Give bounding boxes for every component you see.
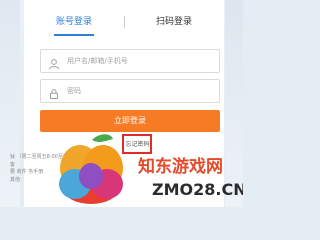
active-tab-indicator bbox=[54, 34, 94, 36]
username-input[interactable] bbox=[67, 50, 217, 72]
password-input[interactable] bbox=[67, 80, 217, 102]
tab-account-login[interactable]: 账号登录 bbox=[24, 14, 124, 44]
watermark-brand: 知东游戏网 bbox=[138, 157, 223, 177]
login-tabs: 账号登录 扫码登录 bbox=[24, 0, 224, 44]
user-icon bbox=[48, 55, 60, 70]
lock-icon bbox=[48, 85, 60, 99]
username-field[interactable] bbox=[40, 49, 220, 73]
password-field[interactable] bbox=[40, 79, 220, 103]
tab-qr-login[interactable]: 扫码登录 bbox=[124, 14, 224, 44]
watermark-url: ZMO28.CN bbox=[152, 180, 243, 199]
login-page: 账号登录 扫码登录 立即登录 忘记密码 bbox=[0, 0, 243, 207]
